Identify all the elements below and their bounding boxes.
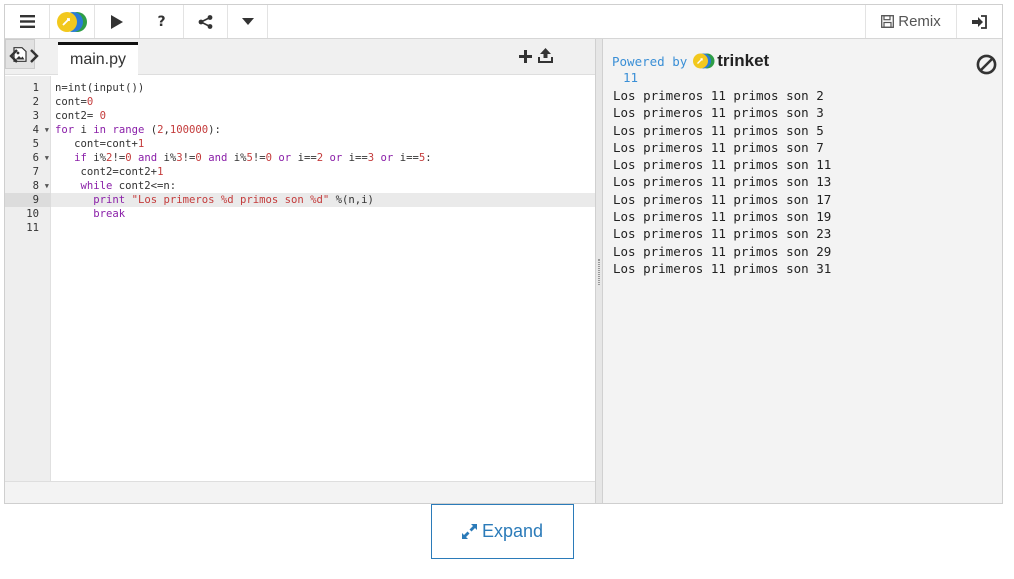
trinket-logo-icon [57,11,87,32]
code-editor[interactable]: n=int(input()) cont=0 cont2= 0 for i in ran… [51,76,595,481]
caret-down-icon [241,18,254,25]
file-tab-bar: main.py [5,39,595,75]
expand-label: Expand [481,521,544,541]
line-number: 6 ▼ [5,151,51,165]
code-line[interactable]: break [51,207,595,221]
console-output-line: Los primeros 11 primos son 2 [613,88,824,103]
upload-file-button[interactable] [538,48,553,67]
run-button[interactable] [95,5,140,38]
file-tab-label: main.py [69,51,127,68]
line-number: 3 [5,109,51,123]
line-number-label: 3 [32,110,39,122]
line-number: 8 ▼ [5,179,51,193]
menu-button[interactable] [5,5,50,38]
more-dropdown-button[interactable] [228,5,268,38]
line-number: 1 [5,81,51,95]
help-label: ? [157,13,166,30]
code-line[interactable]: cont2=cont2+1 [51,165,595,179]
fold-arrow-icon[interactable]: ▼ [45,123,49,137]
upload-icon [538,48,553,63]
console-output-line: Los primeros 11 primos son 11 [613,157,832,173]
line-number: 11 [5,221,51,235]
line-number-label: 10 [26,208,39,220]
code-line[interactable]: if i%2!=0 and i%3!=0 and i%5!=0 or i==2 … [51,151,595,165]
line-number: 2 [5,95,51,109]
line-number-label: 8 [32,180,39,192]
editor-status-bar [5,481,595,503]
file-nav-arrows[interactable] [9,46,39,66]
trinket-brand: trinket [693,51,769,71]
play-icon [111,14,123,29]
line-number: 10 [5,207,51,221]
line-number-label: 5 [32,138,39,150]
save-icon [881,15,895,28]
console-output-line: Los primeros 11 primos son 13 [613,174,832,190]
console-output-line: Los primeros 11 primos son 31 [613,260,832,276]
line-number-label: 6 [32,152,39,164]
fold-arrow-icon[interactable]: ▼ [45,179,49,193]
console-output-pane: Powered by trinket 11 Los primeros 11 pr… [603,39,1002,503]
trinket-brand-label: trinket [717,51,770,70]
console-output-line: Los primeros 11 primos son 17 [613,191,832,207]
trinket-embed: ? Remix main.py 1 2 3 4 ▼ 5 6 ▼ 7 8 ▼ 9 … [4,4,1003,504]
code-line[interactable]: print "Los primeros %d primos son %d" %(… [51,193,595,207]
code-line[interactable] [51,221,595,235]
splitter-grip-icon [598,259,600,285]
line-number-gutter: 1 2 3 4 ▼ 5 6 ▼ 7 8 ▼ 9 10 11 [5,76,51,481]
console-output-lines: Los primeros 11 primos son 2 Los primeros… [613,87,831,277]
code-line[interactable]: for i in range (2,100000): [51,123,595,137]
code-line[interactable]: while cont2<=n: [51,179,595,193]
top-toolbar: ? Remix [5,5,1002,39]
expand-button[interactable]: Expand [431,504,574,559]
console-output-line: Los primeros 11 primos son 5 [613,122,824,138]
hamburger-menu-icon [19,15,35,28]
line-number-label: 1 [32,82,39,94]
code-line[interactable]: cont=0 [51,95,595,109]
line-number-label: 4 [32,124,39,136]
code-line[interactable]: n=int(input()) [51,81,595,95]
expand-arrows-icon [461,524,477,539]
line-number: 7 [5,165,51,179]
line-number: 9 [5,193,51,207]
console-output-line: Los primeros 11 primos son 3 [613,105,824,121]
fold-arrow-icon[interactable]: ▼ [45,151,49,165]
console-output-line: Los primeros 11 primos son 19 [613,209,832,225]
tab-main-py[interactable]: main.py [58,42,138,75]
login-button[interactable] [957,5,1002,38]
plus-icon [519,50,532,63]
chevron-right-icon [30,49,39,63]
sign-in-icon [972,14,987,29]
console-output-line: Los primeros 11 primos son 29 [613,243,832,259]
powered-by-label: Powered by [612,53,688,69]
console-output-line: Los primeros 11 primos son 7 [613,139,824,155]
line-number-label: 2 [32,96,39,108]
line-number-label: 7 [32,166,39,178]
line-number-label: 9 [32,194,39,206]
editor-pane: main.py 1 2 3 4 ▼ 5 6 ▼ 7 8 ▼ 9 10 11 n=int(input()) c… [5,39,595,503]
ban-icon[interactable] [976,54,997,75]
console-output-line: Los primeros 11 primos son 23 [613,226,832,242]
pane-splitter[interactable] [595,39,603,503]
code-line[interactable]: cont2= 0 [51,109,595,123]
line-number: 4 ▼ [5,123,51,137]
add-file-button[interactable] [519,48,532,67]
remix-button[interactable]: Remix [865,5,957,38]
chevron-left-icon [9,49,18,63]
code-line[interactable]: cont=cont+1 [51,137,595,151]
trinket-logo-button[interactable] [50,5,95,38]
line-number-label: 11 [26,222,39,234]
powered-by-trinket[interactable]: Powered by trinket [612,51,769,71]
trinket-small-logo-icon [693,53,715,69]
help-button[interactable]: ? [140,5,184,38]
share-icon [198,14,213,29]
console-input-echo: 11 [623,70,639,85]
share-button[interactable] [184,5,228,38]
line-number: 5 [5,137,51,151]
remix-label: Remix [898,13,941,30]
